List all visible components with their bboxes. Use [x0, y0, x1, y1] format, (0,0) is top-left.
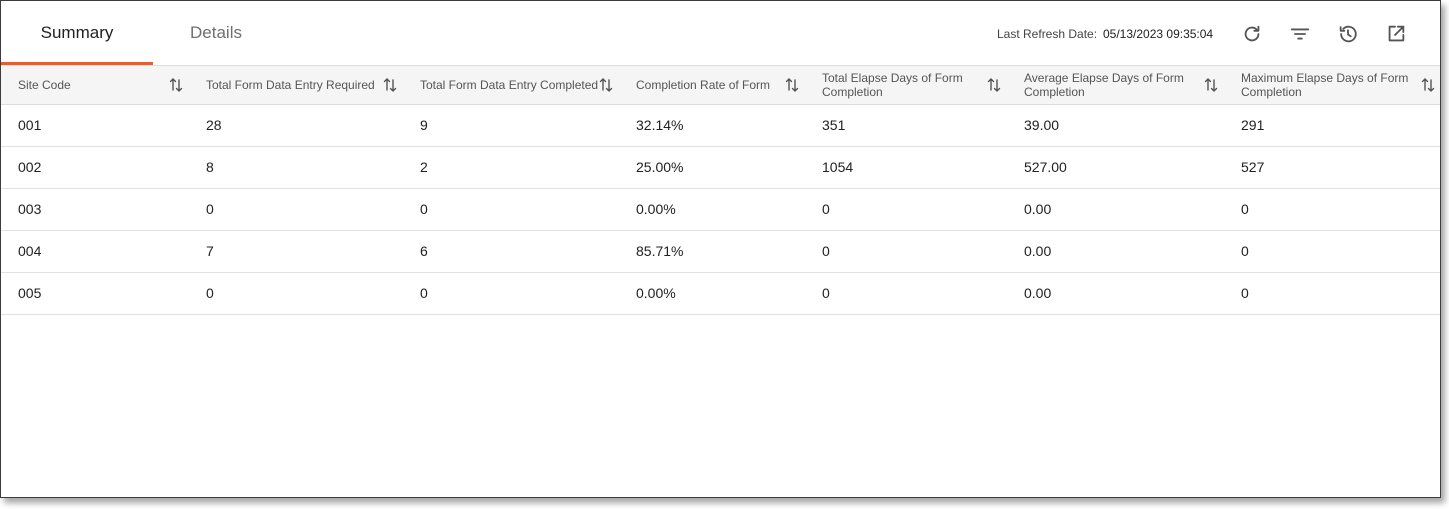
column-header[interactable]: Total Form Data Entry Completed — [420, 66, 600, 104]
completed-cell: 9 — [420, 117, 428, 133]
required-cell: 8 — [206, 159, 214, 175]
filter-button[interactable] — [1287, 21, 1313, 47]
completion-rate-cell: 85.71% — [636, 243, 684, 259]
table-row[interactable]: 005 0 0 0.00% 0 0.00 0 — [1, 273, 1440, 315]
column-header[interactable]: Total Elapse Days of Form Completion — [822, 66, 972, 104]
report-panel: Summary Details Last Refresh Date: 05/13… — [0, 0, 1441, 498]
tab-summary-label: Summary — [40, 23, 114, 42]
maximum-elapse-days-cell: 0 — [1241, 201, 1249, 217]
top-bar: Summary Details Last Refresh Date: 05/13… — [1, 1, 1440, 65]
average-elapse-days-cell: 527.00 — [1024, 159, 1067, 175]
total-elapse-days-cell: 351 — [822, 117, 846, 133]
sort-icon[interactable] — [987, 77, 1001, 93]
tab-details[interactable]: Details — [153, 1, 279, 65]
completed-cell: 2 — [420, 159, 428, 175]
total-elapse-days-cell: 0 — [822, 201, 830, 217]
completion-rate-cell: 25.00% — [636, 159, 684, 175]
open-external-button[interactable] — [1383, 21, 1409, 47]
sort-icon[interactable] — [169, 77, 183, 93]
completion-rate-cell: 32.14% — [636, 117, 684, 133]
history-icon — [1339, 25, 1357, 43]
column-header[interactable]: Average Elapse Days of Form Completion — [1024, 66, 1194, 104]
total-elapse-days-cell: 1054 — [822, 159, 854, 175]
total-elapse-days-cell: 0 — [822, 285, 830, 301]
completed-cell: 6 — [420, 243, 428, 259]
completion-rate-cell: 0.00% — [636, 201, 676, 217]
refresh-button[interactable] — [1239, 21, 1265, 47]
filter-icon — [1290, 28, 1310, 40]
maximum-elapse-days-cell: 291 — [1241, 117, 1265, 133]
sort-icon[interactable] — [599, 77, 613, 93]
completed-cell: 0 — [420, 201, 428, 217]
completed-cell: 0 — [420, 285, 428, 301]
table-header: Site Code Total Form Data Entry Required… — [1, 65, 1440, 105]
required-cell: 0 — [206, 285, 214, 301]
table-row[interactable]: 001 28 9 32.14% 351 39.00 291 — [1, 105, 1440, 147]
sort-icon[interactable] — [1421, 77, 1435, 93]
table-row[interactable]: 002 8 2 25.00% 1054 527.00 527 — [1, 147, 1440, 189]
column-header[interactable]: Maximum Elapse Days of Form Completion — [1241, 66, 1417, 104]
site-code-cell: 003 — [18, 201, 42, 217]
site-code-cell: 002 — [18, 159, 42, 175]
tab-details-label: Details — [190, 23, 242, 42]
average-elapse-days-cell: 39.00 — [1024, 117, 1060, 133]
average-elapse-days-cell: 0.00 — [1024, 243, 1052, 259]
table-row[interactable]: 004 7 6 85.71% 0 0.00 0 — [1, 231, 1440, 273]
site-code-cell: 001 — [18, 117, 42, 133]
required-cell: 7 — [206, 243, 214, 259]
tab-summary[interactable]: Summary — [1, 1, 153, 65]
open-external-icon — [1388, 25, 1405, 42]
completion-rate-cell: 0.00% — [636, 285, 676, 301]
required-cell: 28 — [206, 117, 222, 133]
total-elapse-days-cell: 0 — [822, 243, 830, 259]
site-code-cell: 005 — [18, 285, 42, 301]
column-header[interactable]: Site Code — [18, 66, 158, 104]
sort-icon[interactable] — [1204, 77, 1218, 93]
average-elapse-days-cell: 0.00 — [1024, 201, 1052, 217]
average-elapse-days-cell: 0.00 — [1024, 285, 1052, 301]
column-header[interactable]: Completion Rate of Form — [636, 66, 776, 104]
last-refresh-value: 05/13/2023 09:35:04 — [1103, 27, 1214, 41]
maximum-elapse-days-cell: 0 — [1241, 285, 1249, 301]
sort-icon[interactable] — [383, 77, 397, 93]
required-cell: 0 — [206, 201, 214, 217]
maximum-elapse-days-cell: 0 — [1241, 243, 1249, 259]
refresh-icon — [1244, 25, 1260, 42]
maximum-elapse-days-cell: 527 — [1241, 159, 1265, 175]
summary-table: Site Code Total Form Data Entry Required… — [1, 65, 1440, 315]
history-button[interactable] — [1335, 21, 1361, 47]
table-row[interactable]: 003 0 0 0.00% 0 0.00 0 — [1, 189, 1440, 231]
site-code-cell: 004 — [18, 243, 42, 259]
column-header[interactable]: Total Form Data Entry Required — [206, 66, 378, 104]
last-refresh-label: Last Refresh Date: — [997, 27, 1098, 41]
sort-icon[interactable] — [785, 77, 799, 93]
